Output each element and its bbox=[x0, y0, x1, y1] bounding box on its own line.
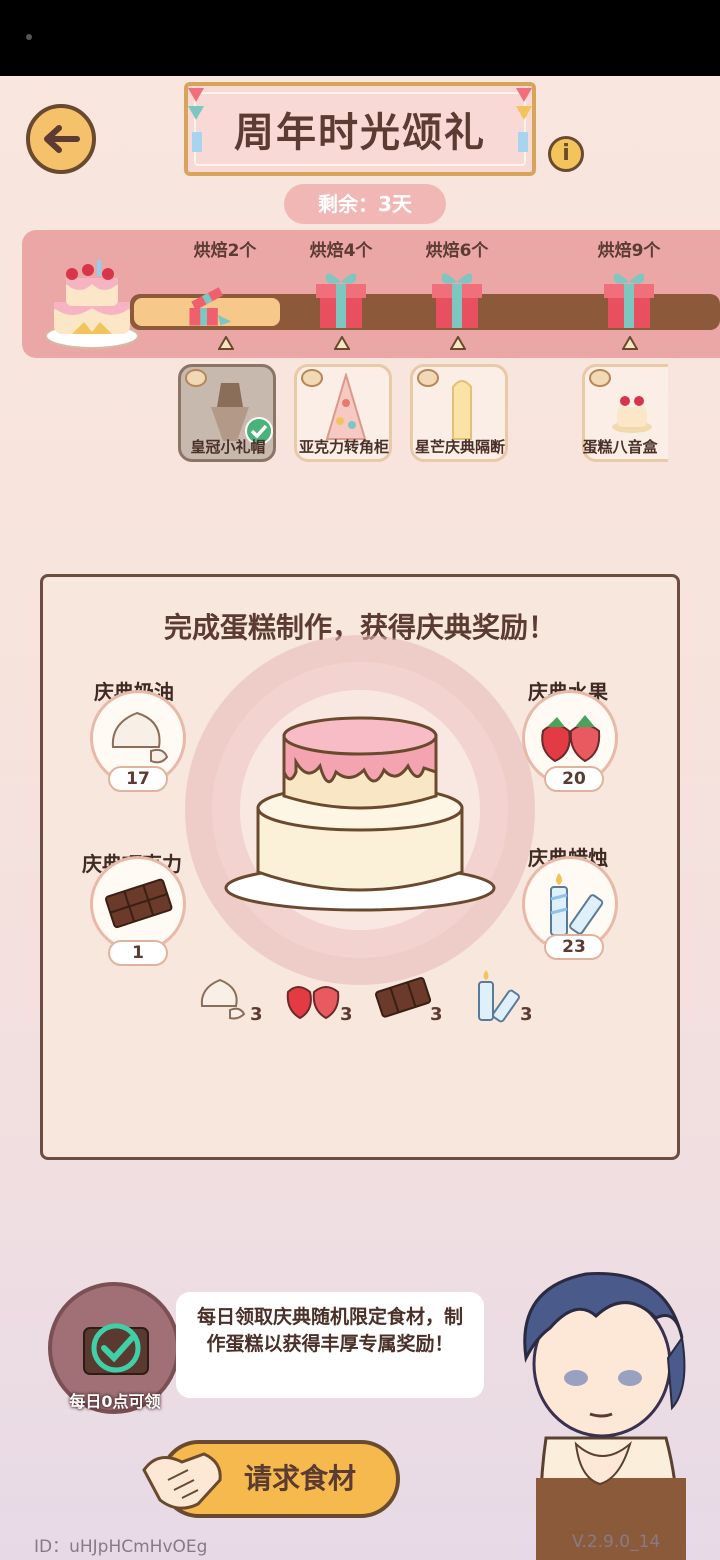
gift-icon[interactable] bbox=[314, 266, 368, 330]
chest-icon bbox=[83, 1323, 149, 1375]
milestone-label: 烘焙9个 bbox=[597, 241, 661, 261]
strawberry-icon bbox=[541, 715, 601, 763]
info-button[interactable]: i bbox=[548, 136, 584, 172]
remaining-days-badge: 剩余：3天 bbox=[284, 184, 446, 224]
handshake-icon bbox=[142, 1452, 222, 1510]
bunting-left-icon bbox=[188, 88, 204, 152]
preview-eye-icon[interactable] bbox=[185, 369, 207, 387]
cake-icon bbox=[45, 260, 139, 349]
reward-label: 皇冠小礼帽 bbox=[190, 438, 266, 456]
status-dot bbox=[26, 34, 32, 40]
bunting-right-icon bbox=[516, 88, 532, 152]
request-ingredients-label: 请求食材 bbox=[243, 1462, 356, 1495]
milestone-label: 烘焙2个 bbox=[193, 241, 257, 261]
milestone-label: 烘焙6个 bbox=[425, 241, 489, 261]
speech-bubble: 每日领取庆典随机限定食材，制作蛋糕以获得丰厚专属奖励！ bbox=[176, 1292, 484, 1398]
reward-card[interactable]: 蛋糕八音盒 bbox=[582, 364, 668, 462]
chocolate-icon bbox=[105, 878, 173, 929]
title-banner: 周年时光颂礼 bbox=[184, 82, 536, 176]
reward-card[interactable]: 星芒庆典隔断 bbox=[410, 364, 508, 462]
candle-icon bbox=[478, 970, 520, 1023]
reward-label: 亚克力转角柜 bbox=[298, 438, 389, 456]
required-chocolate: 3 bbox=[430, 1004, 443, 1025]
info-icon: i bbox=[562, 141, 570, 166]
music-box-cake-icon bbox=[612, 396, 652, 433]
preview-eye-icon[interactable] bbox=[589, 369, 611, 387]
cream-icon bbox=[200, 978, 246, 1020]
opened-gift-icon[interactable] bbox=[180, 276, 234, 340]
player-id: ID：uHJpHCmHvOEg bbox=[34, 1537, 208, 1557]
chocolate-icon bbox=[375, 977, 432, 1018]
candle-icon bbox=[550, 873, 604, 936]
back-button[interactable] bbox=[26, 104, 96, 174]
page-title: 周年时光颂礼 bbox=[234, 110, 486, 156]
arrow-left-icon bbox=[44, 125, 80, 153]
version-text: V.2.9.0_14 bbox=[572, 1532, 661, 1552]
pointer-icon bbox=[218, 336, 234, 350]
milestone-label: 烘焙4个 bbox=[309, 241, 373, 261]
pointer-icon bbox=[334, 336, 350, 350]
ingredient-count-cream: 17 bbox=[108, 766, 168, 792]
pointer-icon bbox=[450, 336, 466, 350]
ingredient-chocolate[interactable] bbox=[90, 856, 186, 952]
strawberry-icon bbox=[286, 986, 340, 1020]
cream-icon bbox=[111, 711, 169, 764]
reward-label: 蛋糕八音盒 bbox=[582, 438, 658, 456]
ingredient-count-fruit: 20 bbox=[544, 766, 604, 792]
pointer-icon bbox=[622, 336, 638, 350]
reward-label: 星芒庆典隔断 bbox=[414, 438, 505, 456]
corner-cabinet-icon bbox=[325, 373, 367, 440]
ingredient-count-chocolate: 1 bbox=[108, 940, 168, 966]
gift-icon[interactable] bbox=[430, 266, 484, 330]
cake-illustration bbox=[224, 716, 496, 912]
required-fruit: 3 bbox=[340, 1004, 353, 1025]
chef-character bbox=[523, 1272, 686, 1560]
required-candle: 3 bbox=[520, 1004, 533, 1025]
ingredient-count-candle: 23 bbox=[544, 934, 604, 960]
partition-icon bbox=[452, 380, 472, 440]
preview-eye-icon[interactable] bbox=[301, 369, 323, 387]
daily-claim-label: 每日0点可领 bbox=[69, 1392, 161, 1411]
status-bar bbox=[0, 0, 720, 76]
gift-icon[interactable] bbox=[602, 266, 656, 330]
reward-card[interactable]: 亚克力转角柜 bbox=[294, 364, 392, 462]
preview-eye-icon[interactable] bbox=[417, 369, 439, 387]
reward-card[interactable]: 皇冠小礼帽 bbox=[178, 364, 276, 462]
required-cream: 3 bbox=[250, 1004, 263, 1025]
